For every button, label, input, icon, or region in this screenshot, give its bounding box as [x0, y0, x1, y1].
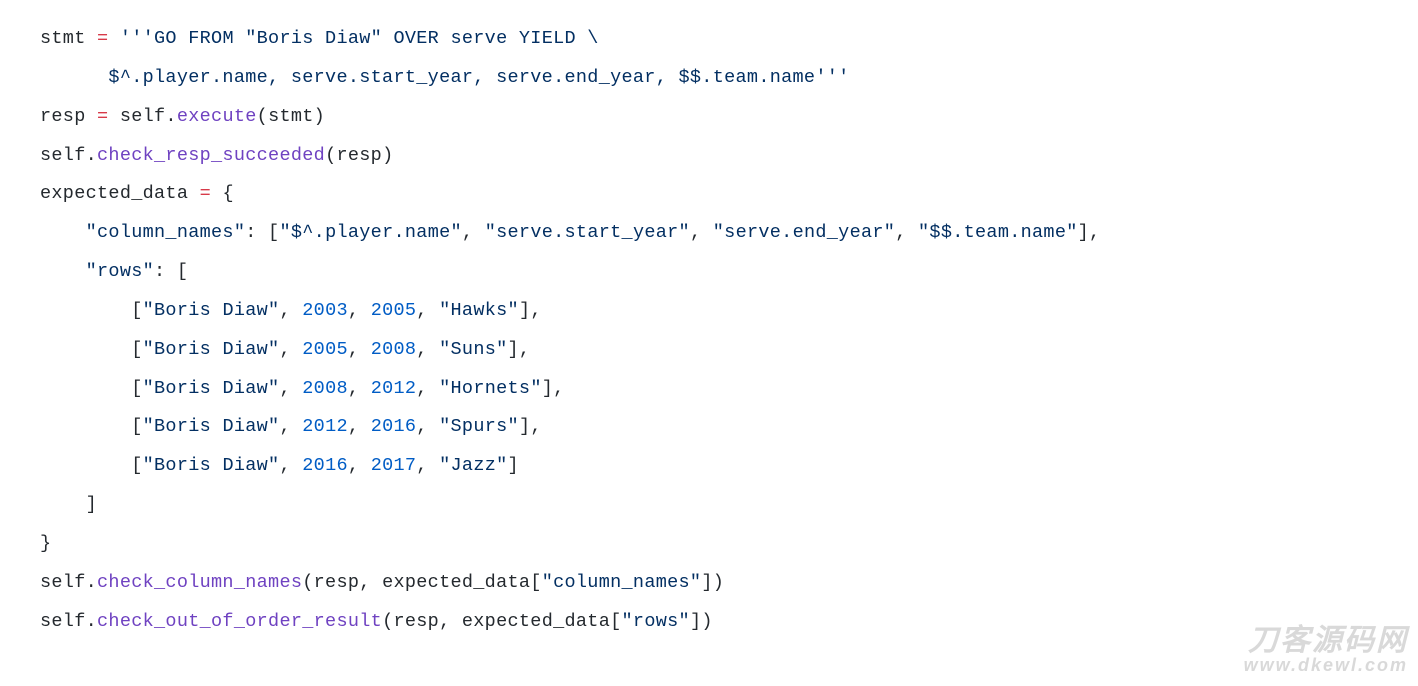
code-token: {	[211, 183, 234, 204]
code-token: 2017	[371, 455, 417, 476]
code-token: : [	[245, 222, 279, 243]
code-token: 2016	[302, 455, 348, 476]
code-token: ,	[279, 339, 302, 360]
code-token: 2008	[302, 378, 348, 399]
code-token: ])	[690, 611, 713, 632]
code-token: ,	[416, 339, 439, 360]
code-token: (stmt)	[257, 106, 325, 127]
code-token: ],	[1078, 222, 1101, 243]
code-token: ,	[348, 300, 371, 321]
code-token: ,	[348, 378, 371, 399]
code-token: ],	[519, 300, 542, 321]
code-token: "$$.team.name"	[918, 222, 1078, 243]
code-token	[40, 261, 86, 282]
code-token: ,	[462, 222, 485, 243]
code-token: "Boris Diaw"	[143, 300, 280, 321]
code-token: (resp, expected_data[	[302, 572, 541, 593]
code-token: 2005	[371, 300, 417, 321]
code-token: ]	[40, 494, 97, 515]
code-token: ,	[690, 222, 713, 243]
code-token: "rows"	[86, 261, 154, 282]
code-token: ,	[279, 455, 302, 476]
code-token: }	[40, 533, 51, 554]
code-token: ,	[348, 416, 371, 437]
code-token: "Boris Diaw"	[143, 378, 280, 399]
code-block: stmt = '''GO FROM "Boris Diaw" OVER serv…	[0, 0, 1418, 662]
code-token: ,	[416, 455, 439, 476]
code-token: "Boris Diaw"	[143, 455, 280, 476]
code-token: 2012	[371, 378, 417, 399]
code-token: =	[97, 28, 108, 49]
code-token: "column_names"	[542, 572, 702, 593]
code-token: "rows"	[622, 611, 690, 632]
code-token: "column_names"	[86, 222, 246, 243]
code-token: [	[40, 378, 143, 399]
code-token: ,	[416, 378, 439, 399]
code-token: "Spurs"	[439, 416, 519, 437]
code-token: $^.player.name, serve.start_year, serve.…	[40, 67, 850, 88]
code-token: ],	[519, 416, 542, 437]
code-token: ])	[701, 572, 724, 593]
code-token: ,	[895, 222, 918, 243]
code-token: ]	[508, 455, 519, 476]
code-token: "serve.end_year"	[713, 222, 895, 243]
code-token: ,	[279, 378, 302, 399]
code-token: [	[40, 416, 143, 437]
code-token: self.	[108, 106, 176, 127]
code-token: ,	[416, 416, 439, 437]
code-token: =	[97, 106, 108, 127]
code-token: ,	[279, 416, 302, 437]
code-token: ,	[348, 339, 371, 360]
code-token: 2016	[371, 416, 417, 437]
code-token: (resp, expected_data[	[382, 611, 621, 632]
code-token: 2008	[371, 339, 417, 360]
code-token: ],	[542, 378, 565, 399]
code-token: "$^.player.name"	[279, 222, 461, 243]
code-token: "serve.start_year"	[485, 222, 690, 243]
code-token: '''GO FROM "Boris Diaw" OVER serve YIELD…	[120, 28, 599, 49]
code-token: ,	[348, 455, 371, 476]
code-token: check_out_of_order_result	[97, 611, 382, 632]
code-token: self.	[40, 572, 97, 593]
code-token: (resp)	[325, 145, 393, 166]
code-token	[40, 222, 86, 243]
code-token: stmt	[40, 28, 97, 49]
code-token: ,	[416, 300, 439, 321]
code-token: [	[40, 300, 143, 321]
code-token: [	[40, 339, 143, 360]
code-token: =	[200, 183, 211, 204]
code-token: "Suns"	[439, 339, 507, 360]
code-token: expected_data	[40, 183, 200, 204]
code-token: check_column_names	[97, 572, 302, 593]
code-token: resp	[40, 106, 97, 127]
code-token: 2012	[302, 416, 348, 437]
code-token: "Boris Diaw"	[143, 339, 280, 360]
code-token: self.	[40, 145, 97, 166]
code-token: : [	[154, 261, 188, 282]
code-token: ,	[279, 300, 302, 321]
code-token	[108, 28, 119, 49]
code-token: check_resp_succeeded	[97, 145, 325, 166]
code-token: "Hawks"	[439, 300, 519, 321]
code-token: "Hornets"	[439, 378, 542, 399]
code-token: "Boris Diaw"	[143, 416, 280, 437]
code-token: 2005	[302, 339, 348, 360]
code-token: "Jazz"	[439, 455, 507, 476]
code-token: [	[40, 455, 143, 476]
code-token: ],	[508, 339, 531, 360]
code-token: execute	[177, 106, 257, 127]
code-token: self.	[40, 611, 97, 632]
code-token: 2003	[302, 300, 348, 321]
